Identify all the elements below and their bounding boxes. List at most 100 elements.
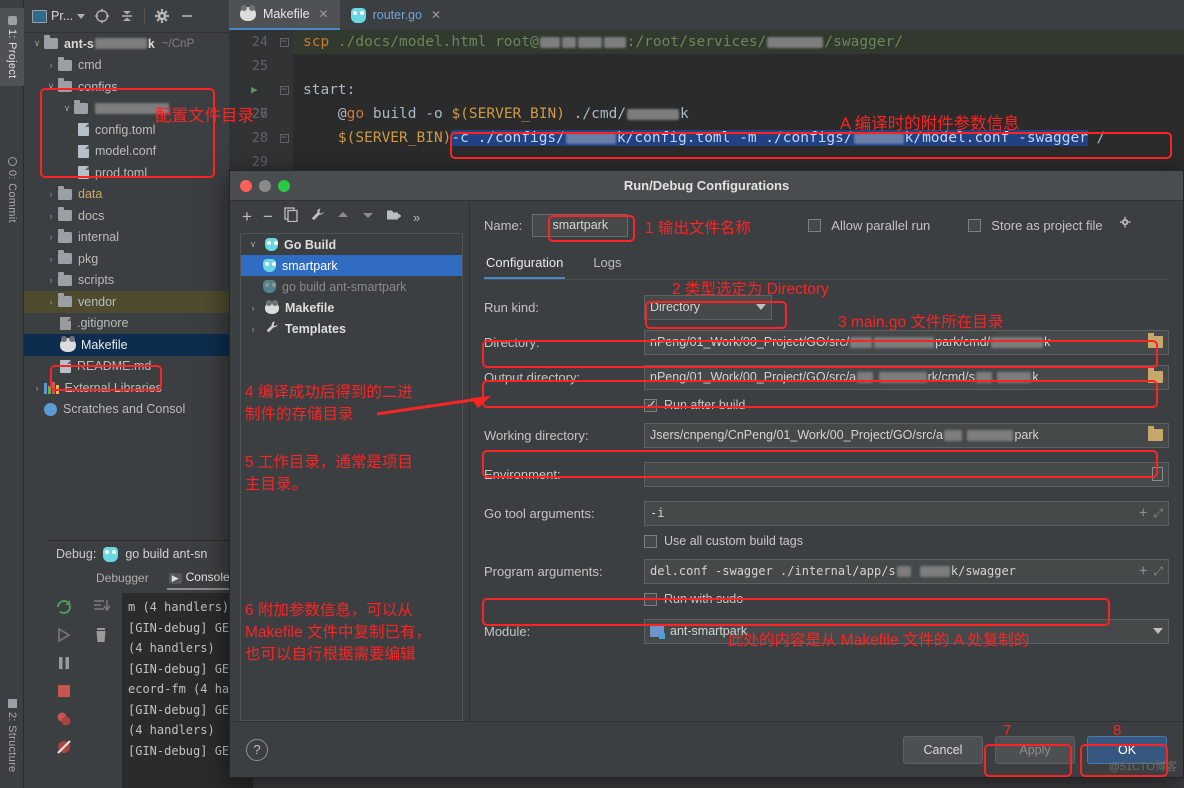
use-all-custom-build-tags-checkbox[interactable] bbox=[644, 534, 657, 548]
view-breakpoints-icon[interactable] bbox=[54, 709, 76, 731]
tree-row-readme[interactable]: README.md bbox=[24, 356, 229, 378]
minimize-icon[interactable] bbox=[179, 8, 195, 24]
help-button[interactable]: ? bbox=[246, 738, 268, 761]
config-item-go-build-ant-smartpark[interactable]: go build ant-smartpark bbox=[241, 276, 462, 297]
strip-item-project[interactable]: 1: Project bbox=[0, 8, 24, 86]
stop-icon[interactable] bbox=[54, 681, 76, 703]
move-down-icon[interactable] bbox=[361, 208, 375, 227]
tree-row-gitignore[interactable]: .gitignore bbox=[24, 313, 229, 335]
code-text[interactable]: scp ./docs/model.html root@:/root/servic… bbox=[293, 30, 1184, 175]
browse-folder-icon[interactable] bbox=[1148, 333, 1163, 348]
clear-all-icon[interactable] bbox=[91, 625, 113, 647]
browse-folder-icon[interactable] bbox=[1148, 368, 1163, 383]
editor-tab-makefile[interactable]: Makefile ✕ bbox=[229, 0, 340, 30]
chevron-right-icon[interactable]: › bbox=[247, 324, 259, 334]
tree-row-model-conf[interactable]: model.conf bbox=[24, 141, 229, 163]
tree-row-data[interactable]: › data bbox=[24, 184, 229, 206]
strip-item-structure[interactable]: 2: Structure bbox=[0, 690, 24, 782]
program-arguments-input[interactable]: del.conf -swagger ./internal/app/s k/swa… bbox=[644, 558, 1169, 584]
environment-editor-icon[interactable] bbox=[1152, 467, 1163, 481]
tree-row-scratches[interactable]: Scratches and Consol bbox=[24, 399, 229, 421]
tree-row-external-libraries[interactable]: › External Libraries bbox=[24, 377, 229, 399]
tree-row-prod-toml[interactable]: prod.toml bbox=[24, 162, 229, 184]
scroll-to-end-icon[interactable] bbox=[91, 597, 113, 619]
config-group-makefile[interactable]: › Makefile bbox=[241, 297, 462, 318]
chevron-right-icon[interactable]: › bbox=[44, 211, 58, 221]
close-icon[interactable]: ✕ bbox=[319, 7, 329, 21]
allow-parallel-run-checkbox[interactable] bbox=[808, 218, 822, 232]
edit-templates-wrench-icon[interactable] bbox=[310, 207, 325, 227]
go-tool-arguments-input[interactable]: -i + ⤢ bbox=[644, 500, 1169, 526]
working-directory-input[interactable]: Jsers/cnpeng/CnPeng/01_Work/00_Project/G… bbox=[644, 422, 1169, 448]
chevron-down-icon[interactable]: ∨ bbox=[247, 239, 259, 250]
chevron-right-icon[interactable]: › bbox=[44, 254, 58, 264]
add-macro-icon[interactable]: + bbox=[1139, 563, 1147, 579]
minimize-window-button[interactable] bbox=[259, 180, 271, 192]
tree-row-makefile[interactable]: Makefile bbox=[24, 334, 229, 356]
rerun-icon[interactable] bbox=[54, 597, 76, 619]
chevron-right-icon[interactable]: › bbox=[44, 232, 58, 242]
add-macro-icon[interactable]: + bbox=[1139, 505, 1147, 521]
tab-console[interactable]: ▶ Console bbox=[166, 568, 232, 590]
strip-item-commit[interactable]: 0: Commit bbox=[0, 150, 24, 230]
run-with-sudo-checkbox[interactable] bbox=[644, 592, 657, 606]
run-after-build-checkbox[interactable] bbox=[644, 397, 657, 413]
tree-row-internal[interactable]: › internal bbox=[24, 227, 229, 249]
fold-column[interactable]: − − − bbox=[275, 30, 293, 175]
expand-editor-icon[interactable]: ⤢ bbox=[1153, 506, 1163, 521]
output-directory-input[interactable]: nPeng/01_Work/00_Project/GO/src/a rk/cmd… bbox=[644, 364, 1169, 390]
chevron-right-icon[interactable]: › bbox=[44, 60, 58, 70]
fold-icon[interactable]: − bbox=[279, 37, 289, 47]
fold-icon[interactable]: − bbox=[279, 133, 289, 143]
store-as-project-file-checkbox[interactable] bbox=[968, 218, 982, 232]
tree-row-pkg[interactable]: › pkg bbox=[24, 248, 229, 270]
tab-logs[interactable]: Logs bbox=[591, 251, 623, 279]
store-settings-gear-icon[interactable] bbox=[1119, 216, 1133, 235]
tree-row-cmd[interactable]: › cmd bbox=[24, 55, 229, 77]
fold-icon[interactable]: − bbox=[279, 85, 289, 95]
mute-breakpoints-icon[interactable] bbox=[54, 737, 76, 759]
config-item-smartpark[interactable]: smartpark bbox=[241, 255, 462, 276]
maximize-window-button[interactable] bbox=[278, 180, 290, 192]
code-editor[interactable]: 24 25 ▶ 26 27 28 29 − − − scp ./docs/mod… bbox=[229, 30, 1184, 175]
environment-input[interactable] bbox=[644, 461, 1169, 487]
add-icon[interactable]: + bbox=[242, 208, 252, 225]
pause-icon[interactable] bbox=[54, 653, 76, 675]
tree-row-scripts[interactable]: › scripts bbox=[24, 270, 229, 292]
name-input[interactable]: smartpark bbox=[532, 213, 629, 237]
editor-tab-router-go[interactable]: router.go ✕ bbox=[340, 0, 452, 30]
browse-folder-icon[interactable] bbox=[1148, 426, 1163, 441]
new-folder-icon[interactable] bbox=[386, 208, 402, 227]
more-icon[interactable]: » bbox=[413, 210, 420, 225]
tree-row-docs[interactable]: › docs bbox=[24, 205, 229, 227]
locate-icon[interactable] bbox=[94, 8, 110, 24]
settings-gear-icon[interactable] bbox=[154, 8, 170, 24]
debug-config-name[interactable]: go build ant-sn bbox=[125, 547, 207, 561]
tree-row-root[interactable]: ∨ ant-s k ~/CnP bbox=[24, 33, 229, 55]
resume-icon[interactable] bbox=[54, 625, 76, 647]
chevron-down-icon[interactable]: ∨ bbox=[30, 38, 44, 49]
chevron-right-icon[interactable]: › bbox=[247, 303, 259, 313]
project-view-selector[interactable]: Pr... bbox=[32, 9, 86, 23]
cancel-button[interactable]: Cancel bbox=[903, 735, 983, 764]
tree-row-configs[interactable]: ∨ configs bbox=[24, 76, 229, 98]
chevron-right-icon[interactable]: › bbox=[44, 297, 58, 307]
chevron-right-icon[interactable]: › bbox=[44, 189, 58, 199]
expand-editor-icon[interactable]: ⤢ bbox=[1153, 564, 1163, 579]
apply-button[interactable]: Apply bbox=[995, 735, 1075, 764]
collapse-all-icon[interactable] bbox=[119, 8, 135, 24]
tab-configuration[interactable]: Configuration bbox=[484, 251, 566, 279]
tab-debugger[interactable]: Debugger bbox=[94, 569, 151, 589]
run-gutter-icon[interactable]: ▶ bbox=[251, 78, 258, 102]
tree-row-vendor[interactable]: › vendor bbox=[24, 291, 229, 313]
copy-icon[interactable] bbox=[284, 207, 299, 227]
chevron-down-icon[interactable]: ∨ bbox=[44, 81, 58, 92]
close-window-button[interactable] bbox=[240, 180, 252, 192]
chevron-down-icon[interactable]: ∨ bbox=[60, 103, 74, 114]
close-icon[interactable]: ✕ bbox=[431, 8, 441, 22]
move-up-icon[interactable] bbox=[336, 208, 350, 227]
config-group-go-build[interactable]: ∨ Go Build bbox=[241, 234, 462, 255]
chevron-right-icon[interactable]: › bbox=[44, 275, 58, 285]
chevron-right-icon[interactable]: › bbox=[30, 383, 44, 393]
config-group-templates[interactable]: › Templates bbox=[241, 318, 462, 339]
